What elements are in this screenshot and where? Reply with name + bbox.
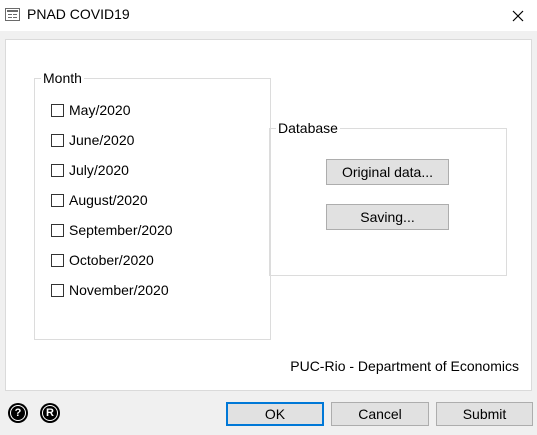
checkbox-june-2020[interactable]: June/2020 <box>51 130 134 150</box>
close-button[interactable] <box>499 0 537 31</box>
checkbox-box[interactable] <box>51 223 64 237</box>
checkbox-label: July/2020 <box>69 162 129 178</box>
submit-button[interactable]: Submit <box>436 402 533 426</box>
checkbox-box[interactable] <box>51 193 64 207</box>
checkbox-label: June/2020 <box>69 132 135 148</box>
cancel-button[interactable]: Cancel <box>331 402 429 426</box>
main-panel: Month May/2020 June/2020 July/2020 Augus… <box>5 39 532 391</box>
close-icon <box>512 10 524 21</box>
checkbox-november-2020[interactable]: November/2020 <box>51 280 169 300</box>
checkbox-label: October/2020 <box>69 252 154 268</box>
checkbox-label: September/2020 <box>69 222 173 238</box>
checkbox-october-2020[interactable]: October/2020 <box>51 250 154 270</box>
checkbox-label: August/2020 <box>69 192 148 208</box>
checkbox-box[interactable] <box>51 283 64 297</box>
original-data-button[interactable]: Original data... <box>326 159 449 185</box>
help-button[interactable]: ? <box>8 403 28 423</box>
checkbox-label: November/2020 <box>69 282 169 298</box>
dialog-app-icon <box>5 8 20 21</box>
checkbox-august-2020[interactable]: August/2020 <box>51 190 148 210</box>
credit-text: PUC-Rio - Department of Economics <box>290 358 519 374</box>
checkbox-box[interactable] <box>51 133 64 147</box>
window-title: PNAD COVID19 <box>27 6 130 22</box>
month-group-legend: Month <box>43 70 82 86</box>
ok-button[interactable]: OK <box>226 402 324 426</box>
checkbox-september-2020[interactable]: September/2020 <box>51 220 173 240</box>
r-button[interactable]: R <box>40 403 60 423</box>
database-group-legend: Database <box>278 120 338 136</box>
database-group: Database <box>269 120 507 276</box>
checkbox-box[interactable] <box>51 253 64 267</box>
checkbox-july-2020[interactable]: July/2020 <box>51 160 129 180</box>
help-icon: ? <box>10 405 26 421</box>
checkbox-box[interactable] <box>51 163 64 177</box>
checkbox-may-2020[interactable]: May/2020 <box>51 100 130 120</box>
checkbox-label: May/2020 <box>69 102 131 118</box>
r-icon: R <box>42 405 58 421</box>
saving-button[interactable]: Saving... <box>326 204 449 230</box>
title-bar: PNAD COVID19 <box>0 0 537 31</box>
month-group: Month May/2020 June/2020 July/2020 Augus… <box>34 70 271 340</box>
checkbox-box[interactable] <box>51 103 64 117</box>
